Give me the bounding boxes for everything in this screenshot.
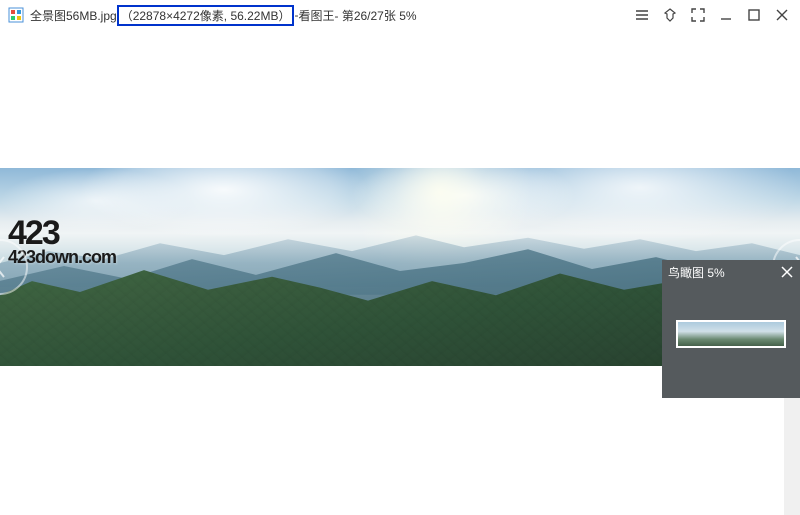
vertical-scrollbar[interactable] [784,398,800,515]
title-filename: 全景图56MB.jpg [30,7,117,24]
titlebar: 全景图56MB.jpg （22878×4272像素, 56.22MB） - 看图… [0,0,800,30]
fullscreen-button[interactable] [684,3,712,27]
maximize-button[interactable] [740,3,768,27]
title-position: - 第26/27张 5% [335,7,417,24]
thumbnail-panel: 鸟瞰图 5% [662,260,800,398]
title-details-highlight: （22878×4272像素, 56.22MB） [117,5,295,26]
menu-button[interactable] [628,3,656,27]
title-app-name: 看图王 [298,7,334,24]
thumbnail-close-button[interactable] [780,265,794,279]
app-icon [8,7,24,23]
thumbnail-title: 鸟瞰图 5% [668,264,780,281]
thumbnail-navigator[interactable] [676,320,786,348]
minimize-button[interactable] [712,3,740,27]
pin-button[interactable] [656,3,684,27]
thumbnail-selection[interactable] [677,321,785,347]
close-button[interactable] [768,3,796,27]
